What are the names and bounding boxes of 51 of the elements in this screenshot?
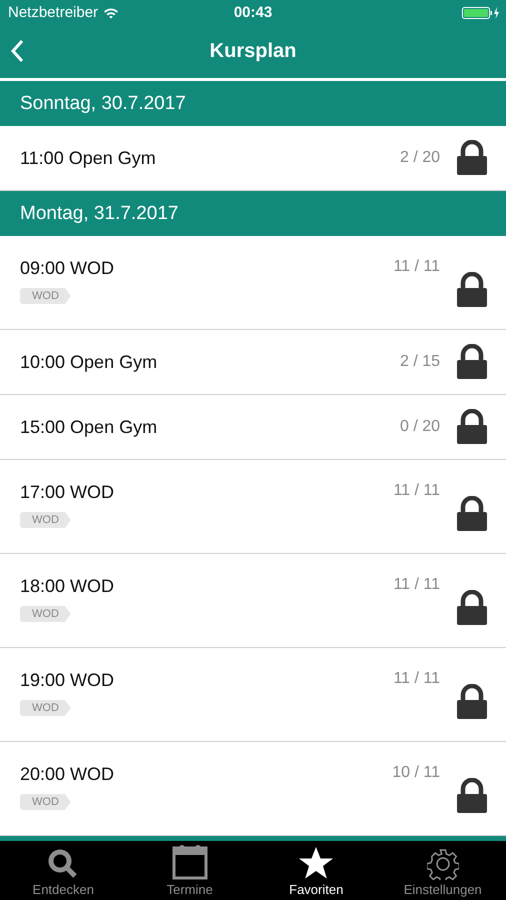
course-tag: WOD xyxy=(20,606,71,622)
course-title: 18:00 WOD xyxy=(20,576,114,597)
participant-count: 11 / 11 xyxy=(393,482,440,500)
participant-count: 11 / 11 xyxy=(393,576,440,594)
course-title: 10:00 Open Gym xyxy=(20,352,158,372)
participant-count: 0 / 20 xyxy=(400,418,440,436)
calendar-icon xyxy=(172,844,208,880)
course-row[interactable]: 19:00 WOD WOD 11 / 11 xyxy=(0,648,506,742)
participant-count: 11 / 11 xyxy=(393,258,440,276)
course-title: 15:00 Open Gym xyxy=(20,416,158,438)
participant-count: 11 / 11 xyxy=(393,670,440,688)
course-tag: WOD xyxy=(20,700,71,716)
settings-icon xyxy=(426,848,459,880)
course-row[interactable]: 18:00 WOD WOD 11 / 11 xyxy=(0,554,506,648)
course-tag: WOD xyxy=(20,288,71,304)
day-header: Sonntag, 30.7.2017 xyxy=(0,81,506,126)
battery-icon xyxy=(462,6,500,20)
course-row[interactable]: 09:00 WOD WOD 11 / 11 xyxy=(0,236,506,330)
lock-icon xyxy=(456,409,488,445)
lock-icon xyxy=(456,590,488,626)
participant-count: 10 / 11 xyxy=(392,764,440,782)
course-title: 20:00 WOD xyxy=(20,764,114,785)
lock-icon xyxy=(456,778,488,814)
lock-icon xyxy=(456,344,488,380)
lock-icon xyxy=(456,272,488,308)
carrier-name: Netzbetreiber xyxy=(8,4,98,21)
course-tag: WOD xyxy=(20,794,71,810)
tab[interactable]: Termine xyxy=(126,841,253,900)
course-title: 09:00 WOD xyxy=(20,258,114,279)
lock-icon xyxy=(456,496,488,532)
screen-title: Kursplan xyxy=(210,40,296,63)
participant-count: 2 / 15 xyxy=(400,353,440,371)
course-row[interactable]: 17:00 WOD WOD 11 / 11 xyxy=(0,460,506,554)
wifi-icon xyxy=(103,6,120,18)
day-header: Montag, 31.7.2017 xyxy=(0,191,506,236)
status-time: 00:43 xyxy=(234,4,272,21)
tab[interactable]: Favoriten xyxy=(253,841,380,900)
star-icon xyxy=(298,846,334,880)
back-icon[interactable] xyxy=(10,39,24,63)
search-icon xyxy=(47,848,80,880)
lock-icon xyxy=(456,684,488,720)
participant-count: 2 / 20 xyxy=(400,149,440,167)
tab[interactable]: Entdecken xyxy=(0,841,126,900)
course-row[interactable]: 15:00 Open Gym 0 / 20 xyxy=(0,395,506,460)
tab[interactable]: Einstellungen xyxy=(380,841,506,900)
course-title: 19:00 WOD xyxy=(20,670,114,691)
course-title: 17:00 WOD xyxy=(20,482,114,503)
course-row[interactable]: 10:00 Open Gym 2 / 15 xyxy=(0,330,506,395)
course-tag: WOD xyxy=(20,512,71,528)
course-title: 11:00 Open Gym xyxy=(20,148,156,168)
lock-icon xyxy=(456,140,488,176)
